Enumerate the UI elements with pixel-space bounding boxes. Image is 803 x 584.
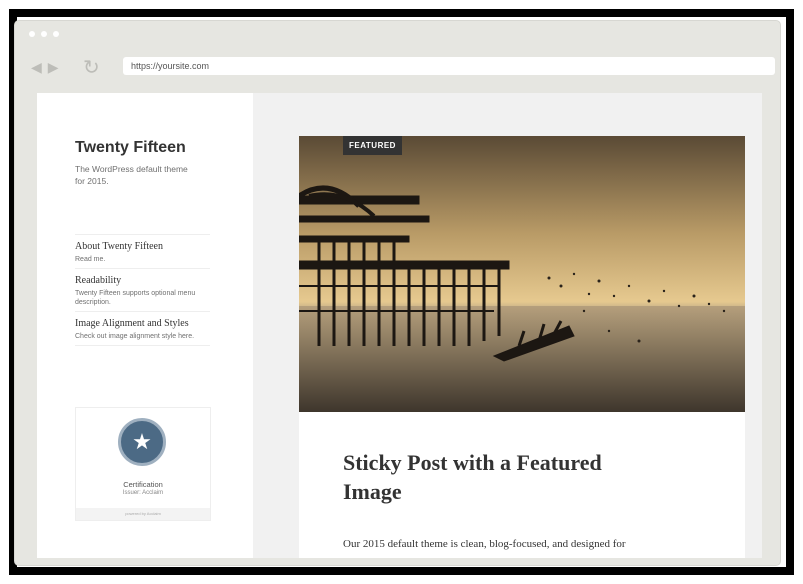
site-title[interactable]: Twenty Fifteen xyxy=(75,139,186,157)
back-arrow-icon[interactable]: ◀ xyxy=(31,59,42,76)
menu-item-title[interactable]: Readability xyxy=(75,275,210,286)
page-viewport: Twenty Fifteen The WordPress default the… xyxy=(37,93,762,558)
post-title[interactable]: Sticky Post with a Featured Image xyxy=(343,448,603,506)
featured-image[interactable]: FEATURED xyxy=(299,136,745,412)
widget-footer: powered by Acclaim xyxy=(76,508,210,520)
window-dot-maximize[interactable] xyxy=(53,31,59,37)
window-dot-close[interactable] xyxy=(29,31,35,37)
post-excerpt: Our 2015 default theme is clean, blog-fo… xyxy=(343,538,626,550)
badge-issuer: Issuer: Acclaim xyxy=(122,490,164,496)
browser-window: ◀ ▶ ↻ https://yoursite.com Twenty Fiftee… xyxy=(14,20,781,566)
menu-item-title[interactable]: About Twenty Fifteen xyxy=(75,241,210,252)
menu-item-readability[interactable]: Readability Twenty Fifteen supports opti… xyxy=(75,268,210,311)
menu-item-about[interactable]: About Twenty Fifteen Read me. xyxy=(75,234,210,268)
featured-tag[interactable]: FEATURED xyxy=(343,136,402,155)
post-card: FEATURED Sticky Post with a Featured Ima… xyxy=(299,136,745,558)
certification-widget[interactable]: ★ Certification Issuer: Acclaim powered … xyxy=(75,407,211,521)
window-dot-minimize[interactable] xyxy=(41,31,47,37)
menu-item-description: Twenty Fifteen supports optional menu de… xyxy=(75,290,196,306)
menu-item-title[interactable]: Image Alignment and Styles xyxy=(75,318,210,329)
menu-item-description: Check out image alignment style here. xyxy=(75,333,195,340)
nav-arrows: ◀ ▶ xyxy=(31,59,59,76)
certification-badge: ★ xyxy=(118,418,166,466)
window-controls xyxy=(29,31,59,37)
badge-title: Certification xyxy=(123,480,163,489)
pier-sunset-image xyxy=(299,136,745,412)
address-bar[interactable]: https://yoursite.com xyxy=(123,57,775,75)
sidebar: Twenty Fifteen The WordPress default the… xyxy=(37,93,253,558)
sidebar-menu: About Twenty Fifteen Read me. Readabilit… xyxy=(75,234,210,346)
menu-item-description: Read me. xyxy=(75,256,106,263)
reload-icon[interactable]: ↻ xyxy=(83,55,100,79)
site-description: The WordPress default theme for 2015. xyxy=(75,164,188,186)
star-icon: ★ xyxy=(132,429,152,455)
menu-item-image-alignment[interactable]: Image Alignment and Styles Check out ima… xyxy=(75,311,210,346)
forward-arrow-icon[interactable]: ▶ xyxy=(48,59,59,76)
